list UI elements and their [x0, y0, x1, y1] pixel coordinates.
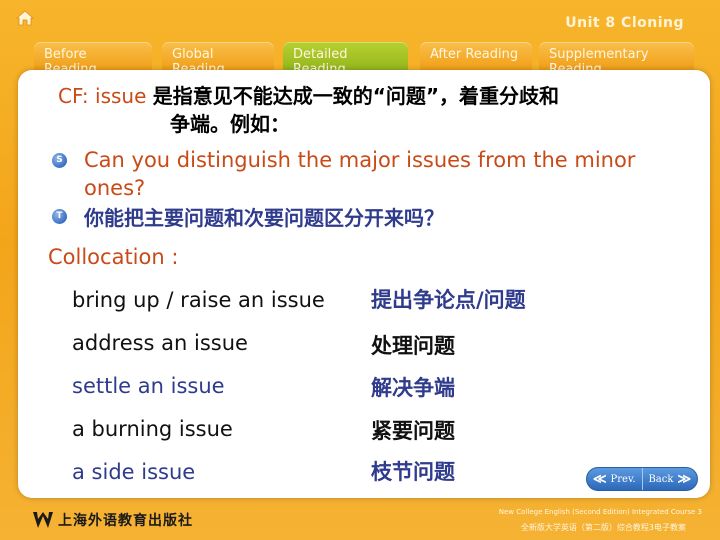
double-chevron-left-icon: ≪: [592, 471, 607, 487]
collocation-en-3: settle an issue: [72, 374, 225, 398]
back-button[interactable]: Back ≫: [641, 468, 698, 490]
unit-title: Unit 8 Cloning: [565, 15, 684, 31]
home-icon[interactable]: [16, 10, 34, 26]
collocation-zh-3: 解决争端: [371, 376, 455, 400]
publisher-name: 上海外语教育出版社: [58, 513, 193, 529]
publisher-logo-icon: [33, 512, 53, 528]
double-chevron-right-icon: ≫: [677, 471, 692, 487]
s-bullet-icon: S: [52, 153, 67, 168]
cf-definition: CF: issue 是指意见不能达成一致的“问题”，着重分歧和: [58, 82, 698, 110]
collocation-zh-5: 枝节问题: [371, 460, 455, 484]
collocation-zh-4: 紧要问题: [371, 419, 455, 443]
publisher: 上海外语教育出版社: [32, 510, 193, 530]
course-title-chinese: 全新版大学英语（第二版）综合教程3电子教案: [520, 523, 686, 532]
back-label: Back: [648, 473, 674, 485]
collocation-label: Collocation :: [48, 245, 179, 269]
prev-label: Prev.: [610, 473, 636, 485]
collocation-en-4: a burning issue: [72, 417, 233, 441]
cf-definition-continued: 争端。例如：: [170, 112, 290, 136]
content-panel: CF: issue 是指意见不能达成一致的“问题”，着重分歧和 争端。例如： S…: [18, 70, 710, 498]
cf-definition-text: 是指意见不能达成一致的“问题”，着重分歧和: [152, 84, 560, 108]
course-title-english: New College English (Second Edition) Int…: [498, 508, 702, 516]
collocation-en-1: bring up / raise an issue: [72, 288, 325, 312]
t-bullet-icon: T: [52, 209, 67, 224]
collocation-en-5: a side issue: [72, 460, 196, 484]
cf-term: CF: issue: [58, 84, 153, 108]
example-sentence-chinese: 你能把主要问题和次要问题区分开来吗？: [84, 206, 444, 230]
prev-button[interactable]: ≪ Prev.: [587, 468, 642, 490]
collocation-zh-2: 处理问题: [371, 334, 455, 358]
collocation-zh-1: 提出争论点/问题: [371, 288, 526, 312]
collocation-en-2: address an issue: [72, 331, 248, 355]
slide-navigation: ≪ Prev. Back ≫: [586, 467, 698, 491]
example-sentence-english: Can you distinguish the major issues fro…: [84, 148, 636, 200]
